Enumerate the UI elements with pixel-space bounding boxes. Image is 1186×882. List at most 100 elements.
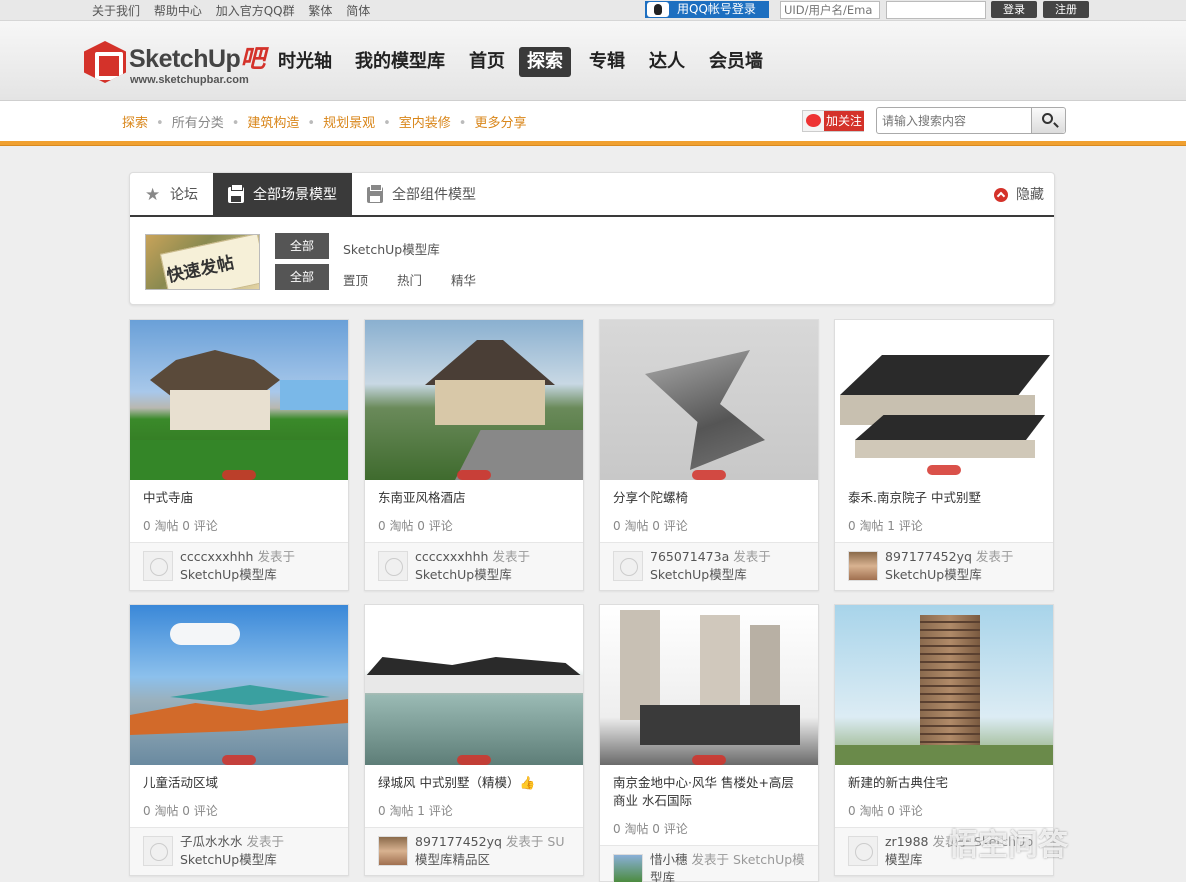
forum-link[interactable]: 模型库精品区 bbox=[415, 852, 490, 867]
author-line: 897177452yq 发表于 SU 模型库精品区 bbox=[415, 834, 565, 867]
login-button[interactable]: 登录 bbox=[991, 1, 1037, 18]
card-footer: 765071473a 发表于 SketchUp模型库 bbox=[600, 542, 818, 590]
nav-explore[interactable]: 探索 bbox=[519, 47, 571, 77]
hide-toggle[interactable]: 隐藏 bbox=[994, 173, 1044, 217]
model-title[interactable]: 新建的新古典住宅 bbox=[848, 774, 1043, 792]
forum-link[interactable]: SketchUp模型库 bbox=[885, 567, 982, 582]
forum-link[interactable]: SketchUp模型库 bbox=[415, 567, 512, 582]
author-name[interactable]: 897177452yq bbox=[415, 834, 502, 849]
model-card[interactable]: 东南亚风格酒店 0 淘帖 0 评论 ccccxxxhhh 发表于 SketchUp… bbox=[364, 319, 584, 591]
qq-icon bbox=[647, 2, 669, 17]
forum-link[interactable]: 型库 bbox=[650, 870, 675, 882]
subnav-planning-landscape[interactable]: 规划景观 bbox=[323, 116, 375, 131]
quick-post-button[interactable]: 快速发帖 bbox=[145, 234, 260, 290]
author-line: 惜小穗 发表于 SketchUp模 型库 bbox=[650, 851, 810, 882]
filter-featured[interactable]: 精华 bbox=[451, 270, 476, 289]
author-line: 子瓜水水水 发表于 SketchUp模型库 bbox=[180, 834, 285, 867]
filter-all-forums[interactable]: 全部 bbox=[275, 233, 329, 259]
author-line: ccccxxxhhh 发表于 SketchUp模型库 bbox=[180, 549, 295, 582]
subnav-explore[interactable]: 探索 bbox=[122, 116, 148, 131]
model-card[interactable]: 绿城风 中式别墅（精模）👍 0 淘帖 1 评论 897177452yq 发表于 … bbox=[364, 604, 584, 876]
qq-login-button[interactable]: 用QQ帐号登录 bbox=[645, 1, 769, 18]
site-logo[interactable]: SketchUp吧 www.sketchupbar.com bbox=[84, 39, 265, 89]
password-input[interactable] bbox=[886, 1, 986, 19]
subnav-divider bbox=[0, 141, 1186, 146]
avatar[interactable] bbox=[143, 836, 173, 866]
author-name[interactable]: 惜小穗 bbox=[650, 852, 688, 867]
nav-my-models[interactable]: 我的模型库 bbox=[347, 47, 453, 77]
author-name[interactable]: 子瓜水水水 bbox=[180, 834, 243, 849]
tab-forum[interactable]: 论坛 bbox=[130, 173, 213, 217]
search-button[interactable] bbox=[1031, 108, 1065, 133]
model-card[interactable]: 分享个陀螺椅 0 淘帖 0 评论 765071473a 发表于 SketchUp模… bbox=[599, 319, 819, 591]
author-name[interactable]: ccccxxxhhh bbox=[180, 549, 253, 564]
avatar[interactable] bbox=[613, 551, 643, 581]
forum-link[interactable]: SketchUp模型库 bbox=[180, 852, 277, 867]
star-icon bbox=[145, 173, 161, 217]
model-title[interactable]: 儿童活动区域 bbox=[143, 774, 338, 792]
subnav-more-shares[interactable]: 更多分享 bbox=[474, 116, 526, 131]
model-card[interactable]: 南京金地中心·风华 售楼处+高层 商业 水石国际 0 淘帖 0 评论 惜小穗 发… bbox=[599, 604, 819, 882]
logo-brand: SketchUp吧 bbox=[129, 45, 265, 73]
help-link[interactable]: 帮助中心 bbox=[154, 4, 202, 18]
search-input[interactable] bbox=[879, 110, 1029, 131]
model-title[interactable]: 南京金地中心·风华 售楼处+高层 商业 水石国际 bbox=[613, 774, 808, 810]
avatar[interactable] bbox=[613, 854, 643, 882]
model-thumbnail[interactable] bbox=[130, 320, 348, 480]
model-thumbnail[interactable] bbox=[365, 605, 583, 765]
tab-all-scene-models[interactable]: 全部场景模型 bbox=[213, 173, 352, 217]
model-title[interactable]: 绿城风 中式别墅（精模）👍 bbox=[378, 774, 573, 792]
model-title[interactable]: 分享个陀螺椅 bbox=[613, 489, 808, 507]
subnav-architecture[interactable]: 建筑构造 bbox=[247, 116, 299, 131]
tab-all-component-models[interactable]: 全部组件模型 bbox=[352, 173, 492, 217]
traditional-chinese-link[interactable]: 繁体 bbox=[308, 4, 332, 18]
filter-pinned[interactable]: 置顶 bbox=[343, 270, 368, 289]
logo-url: www.sketchupbar.com bbox=[130, 74, 249, 86]
join-qq-group-link[interactable]: 加入官方QQ群 bbox=[216, 4, 295, 18]
author-name[interactable]: 765071473a bbox=[650, 549, 729, 564]
subnav-all-categories[interactable]: 所有分类 bbox=[172, 116, 224, 131]
model-thumbnail[interactable] bbox=[835, 605, 1053, 765]
follow-label: 加关注 bbox=[824, 111, 864, 131]
model-thumbnail[interactable] bbox=[600, 320, 818, 480]
model-card[interactable]: 中式寺庙 0 淘帖 0 评论 ccccxxxhhh 发表于 SketchUp模型库 bbox=[129, 319, 349, 591]
register-button[interactable]: 注册 bbox=[1043, 1, 1089, 18]
avatar[interactable] bbox=[378, 551, 408, 581]
avatar[interactable] bbox=[848, 836, 878, 866]
watermark: 悟空问答 bbox=[948, 828, 1068, 863]
model-stats: 0 淘帖 0 评论 bbox=[143, 804, 218, 818]
model-thumbnail[interactable] bbox=[835, 320, 1053, 480]
tab-all-scene-label: 全部场景模型 bbox=[253, 187, 337, 203]
author-name[interactable]: zr1988 bbox=[885, 834, 929, 849]
model-thumbnail[interactable] bbox=[365, 320, 583, 480]
nav-member-wall[interactable]: 会员墙 bbox=[701, 47, 771, 77]
model-card[interactable]: 泰禾.南京院子 中式别墅 0 淘帖 1 评论 897177452yq 发表于 Sk… bbox=[834, 319, 1054, 591]
nav-albums[interactable]: 专辑 bbox=[581, 47, 633, 77]
avatar[interactable] bbox=[143, 551, 173, 581]
forum-link[interactable]: SketchUp模型库 bbox=[180, 567, 277, 582]
forum-sketchup-model-library[interactable]: SketchUp模型库 bbox=[343, 239, 440, 258]
model-title[interactable]: 泰禾.南京院子 中式别墅 bbox=[848, 489, 1043, 507]
nav-experts[interactable]: 达人 bbox=[641, 47, 693, 77]
filter-hot[interactable]: 热门 bbox=[397, 270, 422, 289]
follow-weibo-button[interactable]: 加关注 bbox=[802, 110, 864, 132]
model-title[interactable]: 中式寺庙 bbox=[143, 489, 338, 507]
subnav-interior[interactable]: 室内装修 bbox=[399, 116, 451, 131]
model-card[interactable]: 儿童活动区域 0 淘帖 0 评论 子瓜水水水 发表于 SketchUp模型库 bbox=[129, 604, 349, 876]
forum-link[interactable]: 模型库 bbox=[885, 852, 923, 867]
about-link[interactable]: 关于我们 bbox=[92, 4, 140, 18]
filter-all-types[interactable]: 全部 bbox=[275, 264, 329, 290]
simplified-chinese-link[interactable]: 简体 bbox=[346, 4, 370, 18]
model-title[interactable]: 东南亚风格酒店 bbox=[378, 489, 573, 507]
forum-link[interactable]: SketchUp模型库 bbox=[650, 567, 747, 582]
model-thumbnail[interactable] bbox=[130, 605, 348, 765]
avatar[interactable] bbox=[848, 551, 878, 581]
author-name[interactable]: ccccxxxhhh bbox=[415, 549, 488, 564]
hide-label: 隐藏 bbox=[1016, 187, 1044, 203]
uid-input[interactable] bbox=[780, 1, 880, 19]
model-thumbnail[interactable] bbox=[600, 605, 818, 765]
nav-timeline[interactable]: 时光轴 bbox=[270, 47, 340, 77]
nav-home[interactable]: 首页 bbox=[461, 47, 513, 77]
avatar[interactable] bbox=[378, 836, 408, 866]
author-name[interactable]: 897177452yq bbox=[885, 549, 972, 564]
